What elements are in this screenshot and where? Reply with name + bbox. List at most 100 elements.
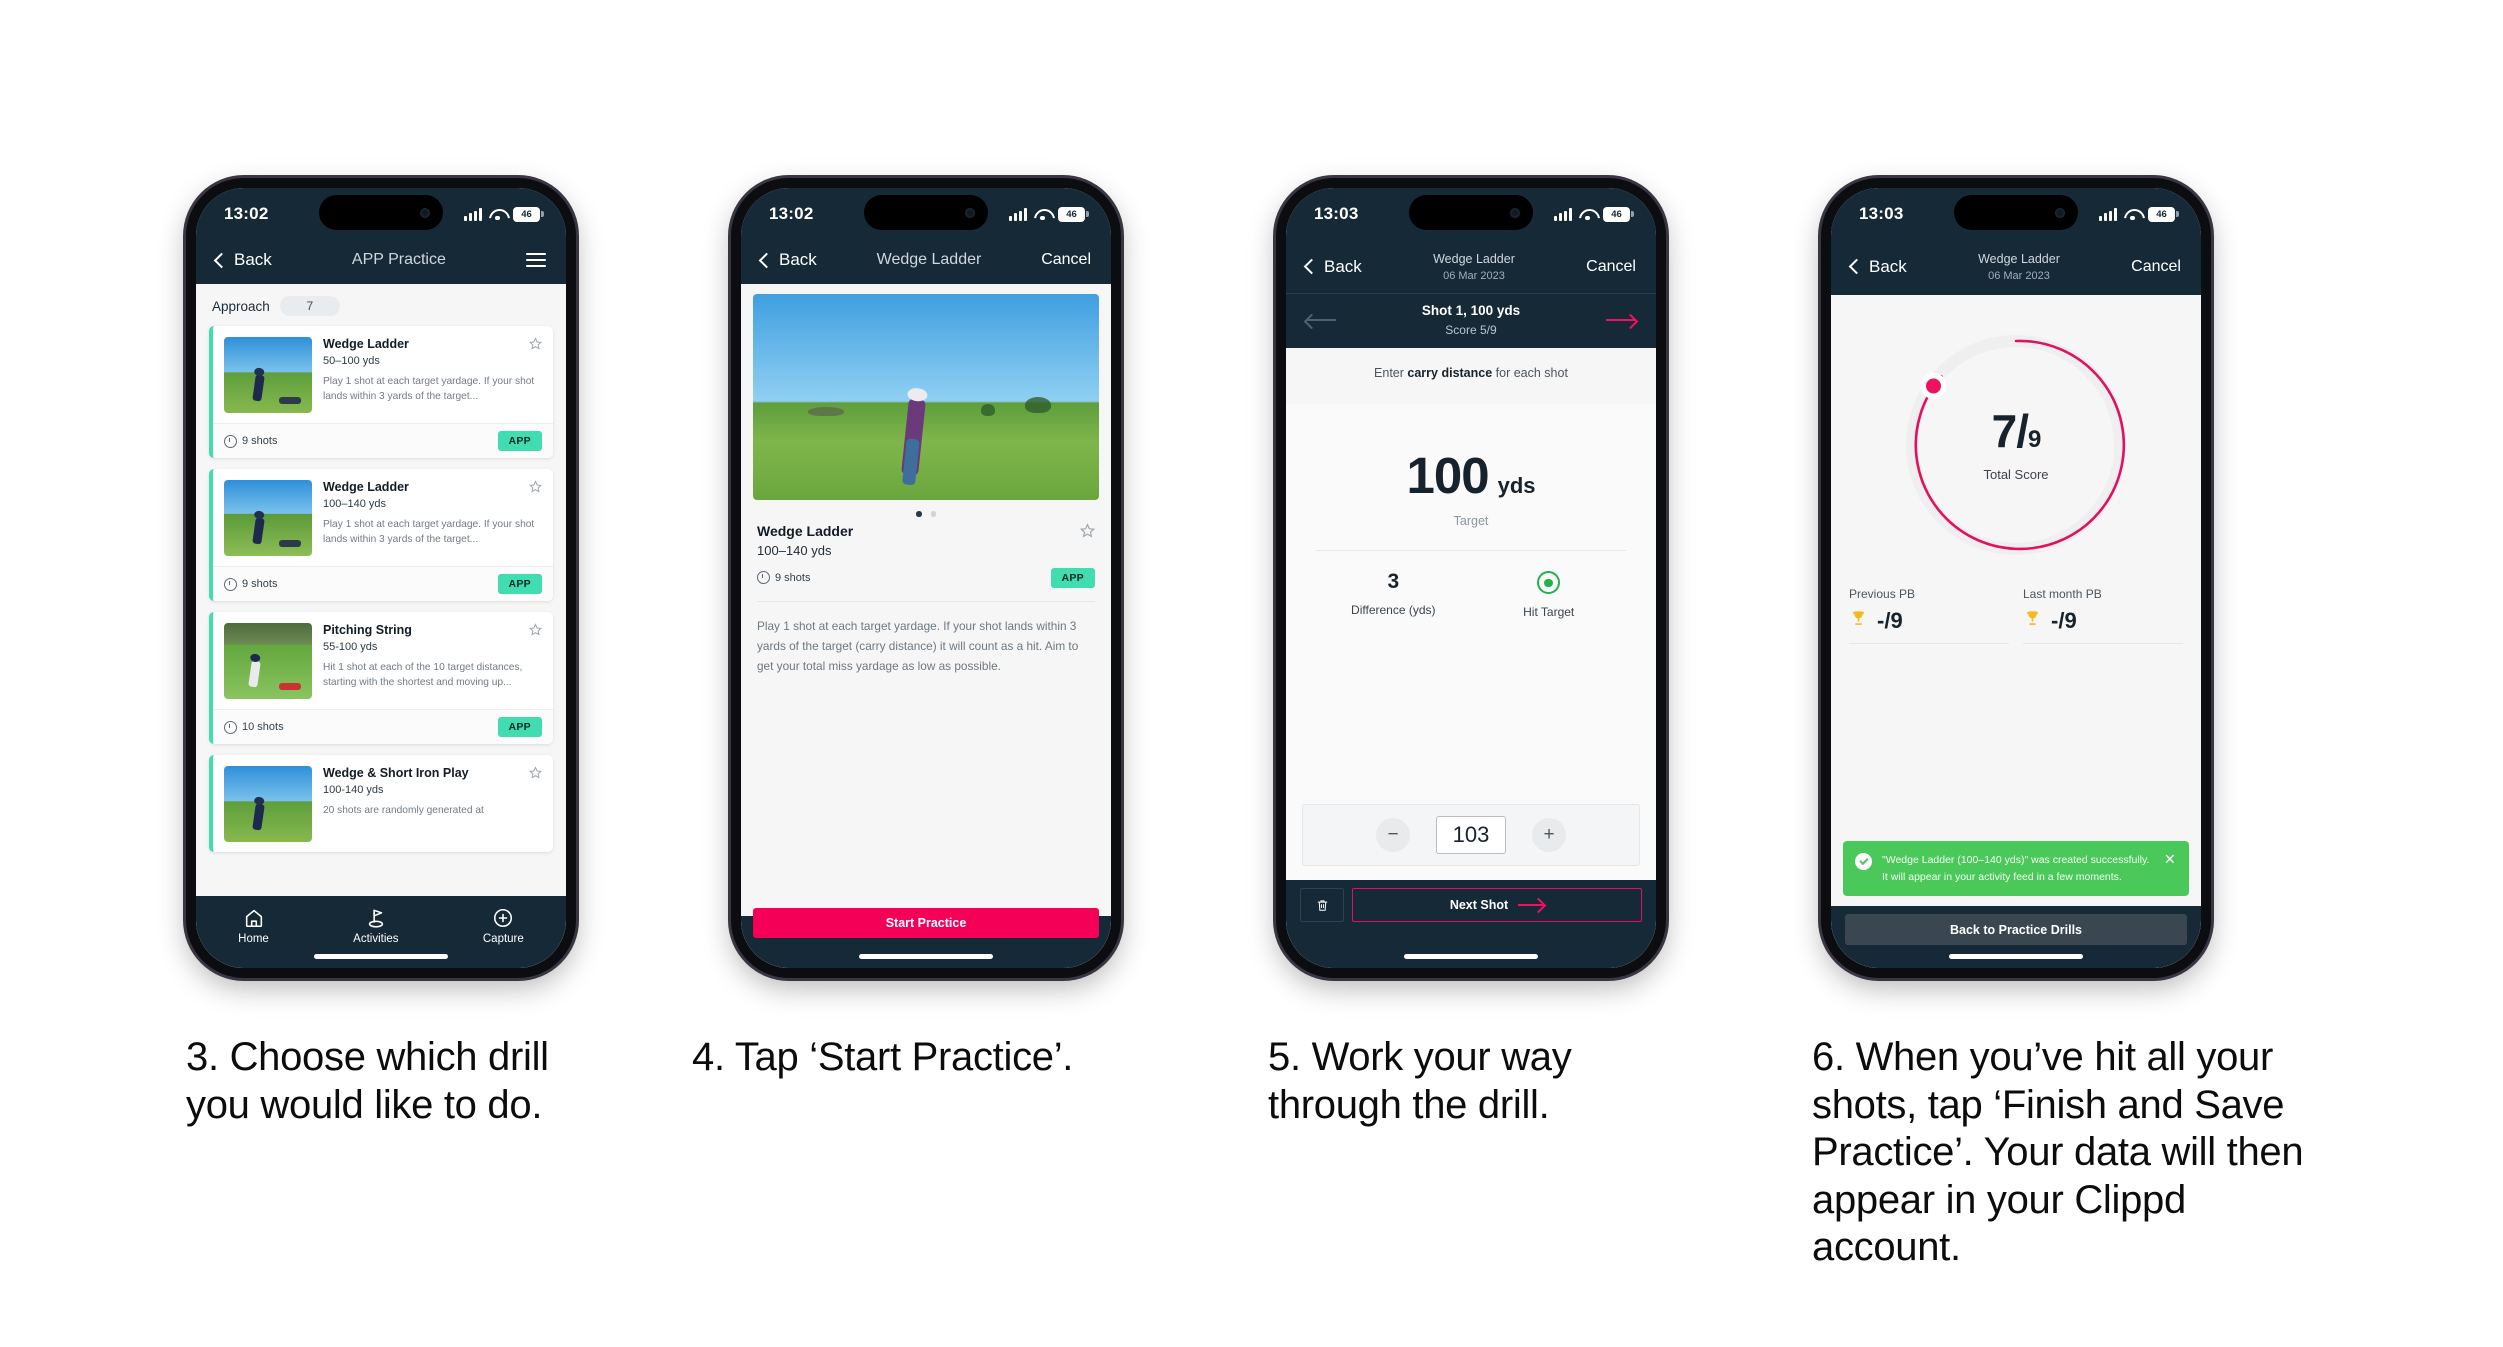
drill-card[interactable]: Pitching String 55-100 yds Hit 1 shot at… bbox=[209, 612, 553, 744]
cancel-button[interactable]: Cancel bbox=[1041, 251, 1091, 269]
back-button[interactable]: Back bbox=[1303, 256, 1362, 277]
tab-capture-label: Capture bbox=[482, 933, 524, 945]
cancel-button[interactable]: Cancel bbox=[2131, 258, 2181, 276]
drill-meta: Wedge Ladder 100–140 yds Play 1 shot at … bbox=[323, 480, 542, 556]
next-shot-button[interactable]: Next Shot bbox=[1352, 888, 1642, 922]
screen-drill-detail: 13:02 46 Back Wedge Ladder Cancel Wedge … bbox=[741, 188, 1111, 968]
cellular-signal-icon bbox=[1009, 207, 1027, 221]
start-practice-button[interactable]: Start Practice bbox=[753, 908, 1099, 938]
page-title: Wedge Ladder bbox=[876, 250, 982, 268]
drill-list-body[interactable]: Approach 7 Wedge Ladder 50–100 yds Play … bbox=[196, 284, 566, 968]
close-icon[interactable]: ✕ bbox=[2164, 852, 2177, 885]
drill-card[interactable]: Wedge & Short Iron Play 100-140 yds 20 s… bbox=[209, 755, 553, 852]
status-bar-3: 13:03 46 bbox=[1286, 188, 1656, 240]
status-bar-1: 13:02 46 bbox=[196, 188, 566, 240]
back-button[interactable]: Back bbox=[758, 250, 817, 270]
front-camera-icon bbox=[965, 207, 975, 218]
back-button[interactable]: Back bbox=[1848, 256, 1907, 277]
status-bar-2: 13:02 46 bbox=[741, 188, 1111, 240]
drill-range: 55-100 yds bbox=[323, 640, 378, 653]
hit-target-radio-icon[interactable] bbox=[1537, 571, 1561, 595]
drill-category-badge: APP bbox=[1050, 567, 1095, 588]
pb-previous: Previous PB -/9 bbox=[1849, 587, 2009, 645]
drill-header: Wedge Ladder 100–140 yds 9 shots APP bbox=[741, 523, 1111, 588]
drill-description: Play 1 shot at each target yardage. If y… bbox=[757, 618, 1079, 674]
entry-hint-post: for each shot bbox=[1492, 366, 1568, 381]
home-icon bbox=[243, 907, 265, 929]
status-time: 13:03 bbox=[1314, 204, 1359, 223]
dynamic-island bbox=[864, 195, 988, 230]
nav-bar-2: Back Wedge Ladder Cancel bbox=[741, 240, 1111, 284]
tab-home-label: Home bbox=[238, 933, 269, 945]
check-icon bbox=[1855, 853, 1872, 871]
favourite-star-icon[interactable] bbox=[1080, 522, 1095, 538]
tab-home[interactable]: Home bbox=[238, 907, 269, 945]
battery-indicator: 46 bbox=[2148, 206, 2179, 222]
drill-shots-label: 10 shots bbox=[242, 721, 284, 733]
drill-card-top: Wedge Ladder 100–140 yds Play 1 shot at … bbox=[213, 469, 553, 566]
increment-button[interactable]: + bbox=[1532, 818, 1566, 852]
shot-info: Shot 1, 100 yds Score 5/9 bbox=[1422, 301, 1520, 339]
target-unit: yds bbox=[1497, 473, 1536, 499]
back-button[interactable]: Back bbox=[213, 250, 272, 270]
page-title-date: 06 Mar 2023 bbox=[1988, 270, 2050, 283]
screen-app-practice: 13:02 46 Back APP Practice Approach 7 We… bbox=[196, 188, 566, 968]
drill-hero-image[interactable] bbox=[753, 294, 1099, 500]
back-label: Back bbox=[1869, 256, 1907, 276]
drill-description: Play 1 shot at each target yardage. If y… bbox=[323, 375, 535, 402]
arrow-right-icon bbox=[1518, 898, 1547, 914]
golfer-silhouette bbox=[901, 398, 927, 476]
chevron-left-icon bbox=[1848, 258, 1865, 275]
tab-capture[interactable]: Capture bbox=[483, 907, 524, 945]
drill-card[interactable]: Wedge Ladder 100–140 yds Play 1 shot at … bbox=[209, 469, 553, 601]
front-camera-icon bbox=[420, 207, 430, 218]
battery-indicator: 46 bbox=[1603, 206, 1634, 222]
status-time: 13:03 bbox=[1859, 204, 1904, 223]
back-label: Back bbox=[1324, 256, 1362, 276]
carousel-dots[interactable] bbox=[741, 500, 1111, 523]
drill-shots: 9 shots bbox=[224, 434, 277, 448]
stat-hit-target: Hit Target bbox=[1471, 571, 1626, 619]
score-ring-wrap: 7/9 Total Score bbox=[1831, 329, 2201, 561]
carry-distance-input[interactable]: 103 bbox=[1436, 816, 1506, 854]
trash-icon[interactable] bbox=[1300, 888, 1344, 922]
cancel-button[interactable]: Cancel bbox=[1586, 258, 1636, 276]
favourite-star-icon[interactable] bbox=[529, 766, 542, 779]
back-to-practice-drills-button[interactable]: Back to Practice Drills bbox=[1845, 914, 2187, 945]
front-camera-icon bbox=[1510, 207, 1520, 218]
entry-hint-bold: carry distance bbox=[1407, 366, 1493, 381]
next-shot-arrow-icon[interactable] bbox=[1605, 313, 1639, 329]
drill-shots: 9 shots bbox=[757, 571, 810, 584]
favourite-star-icon[interactable] bbox=[529, 480, 542, 493]
hamburger-icon[interactable] bbox=[525, 252, 546, 268]
pb-last-month: Last month PB -/9 bbox=[2023, 587, 2183, 645]
trophy-icon bbox=[1849, 609, 1868, 633]
dynamic-island bbox=[1954, 195, 2078, 230]
drill-thumbnail bbox=[224, 623, 312, 699]
carry-distance-stepper[interactable]: − 103 + bbox=[1302, 804, 1640, 866]
home-indicator bbox=[314, 954, 448, 959]
status-bar-4: 13:03 46 bbox=[1831, 188, 2201, 240]
previous-shot-arrow-icon[interactable] bbox=[1303, 313, 1336, 329]
drill-thumbnail bbox=[224, 766, 312, 842]
drill-title: Wedge Ladder bbox=[757, 522, 854, 539]
drill-card[interactable]: Wedge Ladder 50–100 yds Play 1 shot at e… bbox=[209, 326, 553, 458]
hit-target-caption: Hit Target bbox=[1523, 605, 1575, 620]
clock-icon bbox=[224, 720, 237, 734]
decrement-button[interactable]: − bbox=[1376, 818, 1410, 852]
drill-meta: Pitching String 55-100 yds Hit 1 shot at… bbox=[323, 623, 542, 699]
status-indicators: 46 bbox=[2099, 206, 2179, 222]
pb-previous-value: -/9 bbox=[1877, 608, 1903, 634]
entry-hint: Enter carry distance for each shot bbox=[1286, 348, 1656, 380]
favourite-star-icon[interactable] bbox=[529, 623, 542, 636]
page-title-main: Wedge Ladder bbox=[1978, 252, 2060, 266]
page-title: APP Practice bbox=[351, 250, 446, 268]
tab-activities-label: Activities bbox=[353, 933, 399, 945]
entry-hint-pre: Enter bbox=[1374, 366, 1408, 381]
caption-step-4: 4. Tap ‘Start Practice’. bbox=[692, 1035, 1074, 1079]
score-ring-text: 7/9 Total Score bbox=[1983, 408, 2048, 482]
tab-activities[interactable]: Activities bbox=[353, 907, 399, 945]
favourite-star-icon[interactable] bbox=[529, 337, 542, 350]
drill-thumbnail bbox=[224, 480, 312, 556]
score-denominator: 9 bbox=[2028, 426, 2041, 454]
